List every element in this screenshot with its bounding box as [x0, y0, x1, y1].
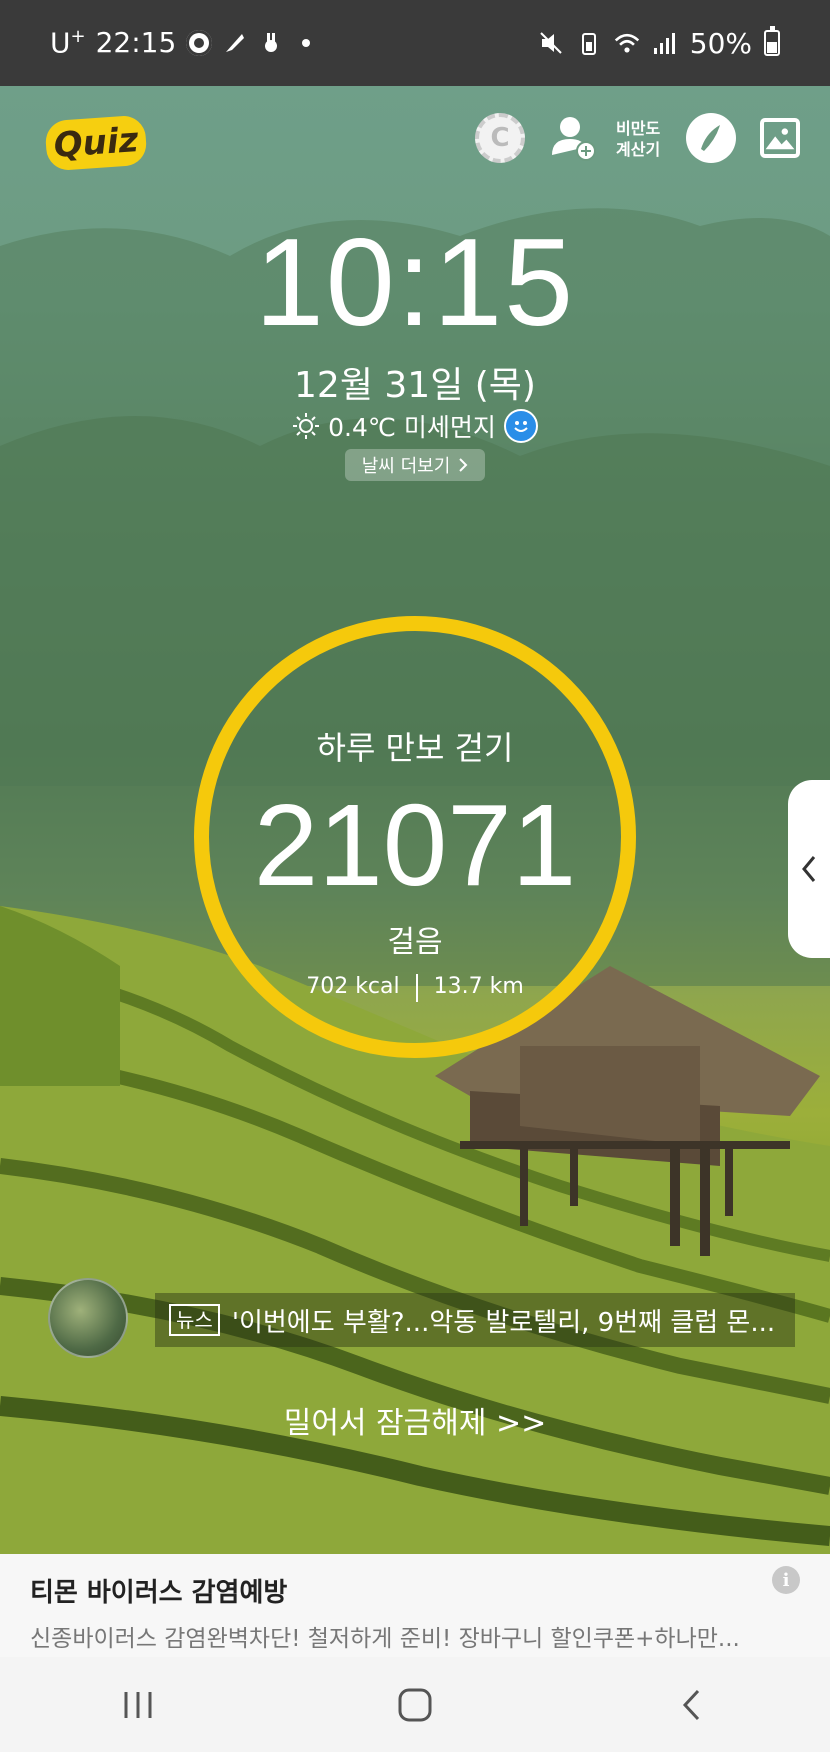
lockscreen-clock: 10:15 — [254, 214, 576, 352]
sun-icon — [293, 413, 320, 439]
ad-banner[interactable]: 티몬 바이러스 감염예방 신종바이러스 감염완벽차단! 철저하게 준비! 장바구… — [0, 1554, 830, 1657]
lockscreen-date: 12월 31일 (목) — [294, 365, 536, 406]
smile-air-quality-icon — [503, 409, 538, 443]
settings-status-icon — [186, 29, 213, 56]
battery-saver-icon — [581, 33, 596, 55]
news-headline: '이번에도 부활?...악동 발로텔리, 9번째 클럽 몬... — [231, 1307, 776, 1338]
weather-text: 0.4℃ 미세먼지 — [328, 413, 496, 442]
bmi-label-line1: 비만도 — [616, 119, 661, 138]
news-headline-bar[interactable]: 뉴스 '이번에도 부활?...악동 발로텔리, 9번째 클럽 몬... — [155, 1293, 795, 1347]
wifi-icon — [614, 33, 639, 53]
weather-row: 0.4℃ 미세먼지 — [0, 408, 830, 444]
quiz-button[interactable]: Quiz — [44, 114, 148, 172]
home-icon — [398, 1688, 432, 1721]
battery-percent: 50% — [689, 26, 752, 60]
weather-more-button[interactable]: 날씨 더보기 — [345, 449, 485, 481]
notification-dot-icon — [302, 38, 311, 47]
back-button[interactable] — [662, 1675, 722, 1735]
chevron-left-icon — [802, 856, 816, 882]
recent-apps-button[interactable] — [108, 1675, 168, 1735]
bmi-calculator-button[interactable]: 비만도 계산기 — [616, 118, 660, 160]
weather-more-label: 날씨 더보기 — [361, 456, 451, 477]
brush-icon[interactable] — [686, 113, 736, 163]
info-icon[interactable]: i — [772, 1566, 800, 1594]
feather-status-icon — [226, 33, 245, 52]
coin-icon[interactable]: C — [475, 113, 525, 163]
kcal-value: 702 kcal — [306, 974, 400, 999]
status-bar: U+ 22:15 50% — [0, 0, 830, 86]
status-time: 22:15 — [95, 26, 177, 60]
recent-apps-icon — [124, 1691, 152, 1718]
swipe-to-unlock[interactable]: 밀어서 잠금해제 >> — [0, 1398, 830, 1442]
home-button[interactable] — [385, 1675, 445, 1735]
news-thumbnail[interactable] — [48, 1278, 128, 1358]
ad-title: 티몬 바이러스 감염예방 — [30, 1578, 288, 1608]
pedometer-stats: 702 kcal 13.7 km — [0, 974, 830, 1002]
navigation-bar — [0, 1657, 830, 1752]
stats-divider — [415, 974, 418, 1002]
back-icon — [682, 1689, 699, 1720]
ad-description: 신종바이러스 감염완벽차단! 철저하게 준비! 장바구니 할인쿠폰+하나만... — [30, 1626, 740, 1652]
chevron-right-icon — [459, 458, 468, 472]
step-unit: 걸음 — [387, 925, 443, 960]
side-panel-handle[interactable] — [788, 780, 830, 958]
image-icon[interactable] — [760, 118, 800, 158]
pedometer-title: 하루 만보 걷기 — [316, 729, 514, 767]
signal-icon — [653, 33, 675, 54]
news-tag: 뉴스 — [169, 1304, 220, 1336]
mute-icon — [540, 32, 562, 54]
carrier-label: U+ — [50, 26, 86, 60]
step-count: 21071 — [253, 780, 577, 910]
distance-value: 13.7 km — [433, 974, 524, 999]
battery-icon — [764, 26, 780, 56]
bmi-label-line2: 계산기 — [616, 140, 661, 159]
add-user-icon[interactable] — [548, 113, 598, 163]
rabbit-status-icon — [265, 32, 278, 52]
